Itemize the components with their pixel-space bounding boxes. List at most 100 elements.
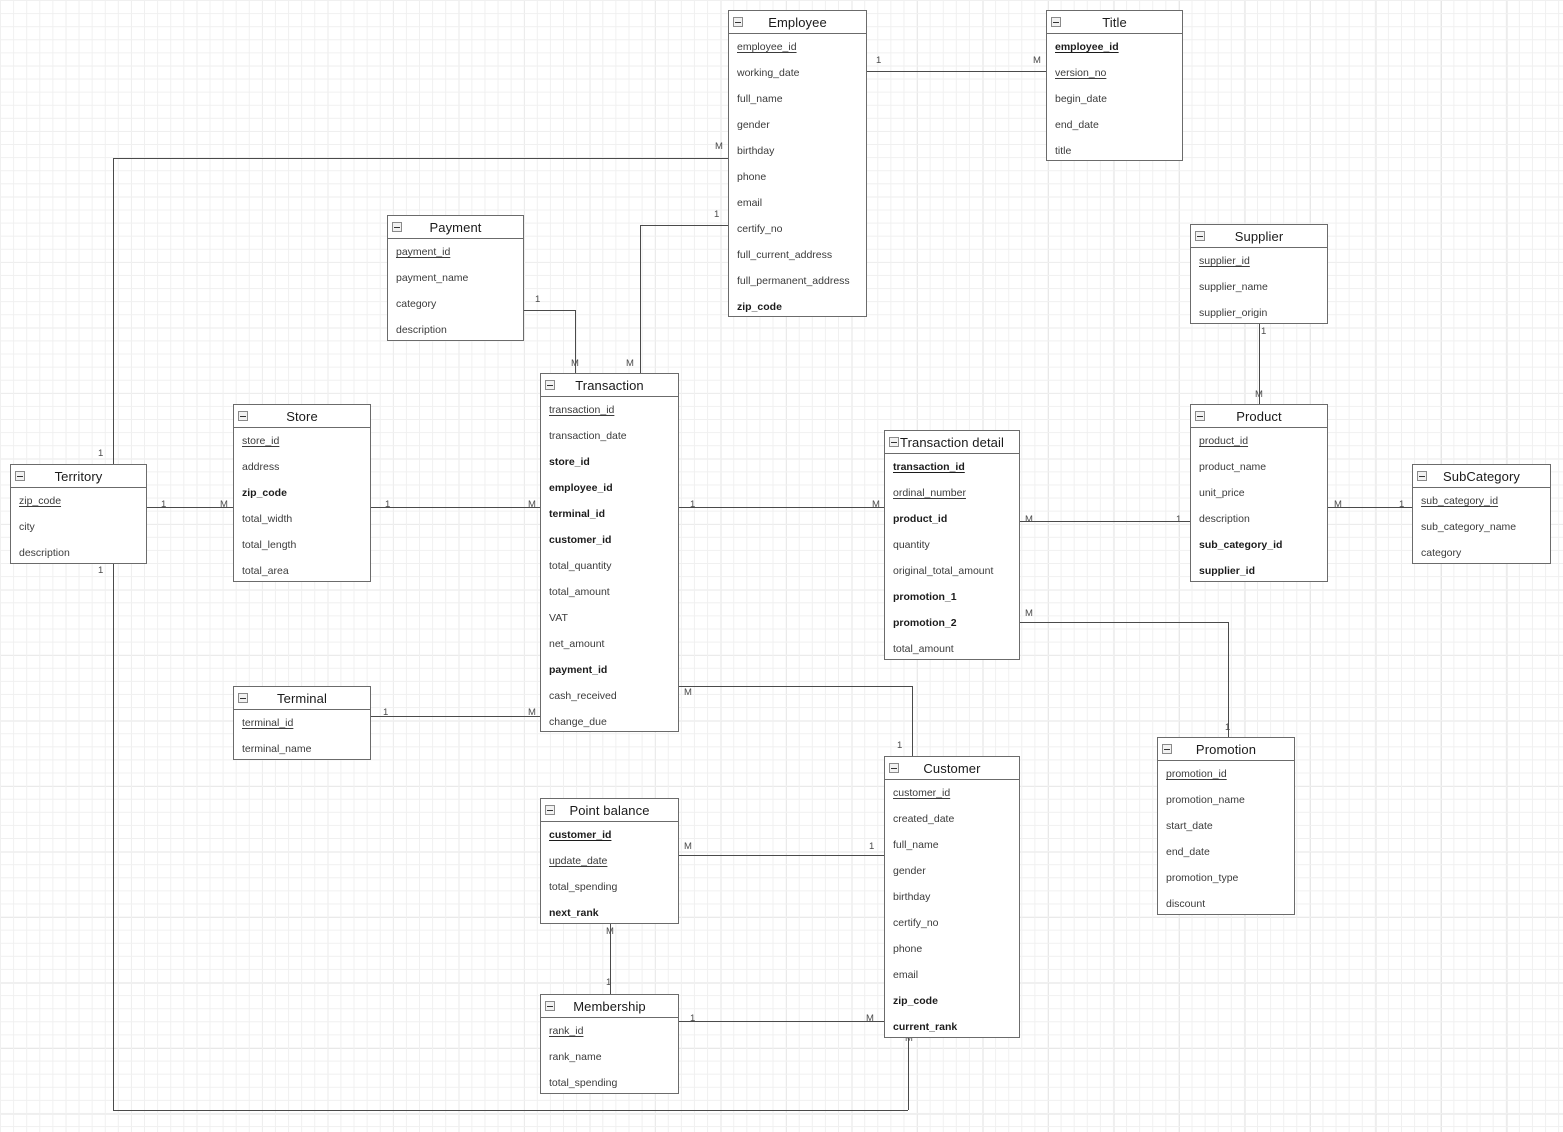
attribute-label: start_date	[1166, 820, 1213, 832]
attribute-label: category	[396, 298, 437, 310]
entity-supplier[interactable]: Supplier supplier_id supplier_name supplier…	[1190, 224, 1328, 324]
entity-header-terminal: Terminal	[234, 687, 370, 710]
attribute-label: zip_code	[893, 995, 938, 1007]
entity-promotion[interactable]: Promotion promotion_id promotion_namestart…	[1157, 737, 1295, 915]
attribute-row: total_amount	[541, 579, 678, 605]
entity-membership[interactable]: Membership rank_id rank_name total_spending	[540, 994, 679, 1094]
attribute-row: transaction_date	[541, 423, 678, 449]
attribute-row: end_date	[1047, 112, 1182, 138]
attribute-row: description	[1191, 506, 1327, 532]
attribute-label: supplier_id	[1199, 565, 1256, 577]
attribute-row: store_id	[234, 428, 370, 454]
attribute-row: created_date	[885, 806, 1019, 832]
connector-employee-to-transaction	[640, 225, 641, 373]
attribute-label: birthday	[737, 145, 775, 157]
entity-title: Promotion	[1195, 741, 1257, 757]
attribute-row: zip_code	[234, 480, 370, 506]
entity-header-store: Store	[234, 405, 370, 428]
attribute-label: address	[242, 461, 280, 473]
attribute-row: certify_no	[729, 216, 866, 242]
collapse-minus-icon[interactable]	[545, 805, 555, 815]
collapse-minus-icon[interactable]	[238, 693, 248, 703]
entity-store[interactable]: Store store_id address zip_code total_width t…	[233, 404, 371, 582]
attribute-label: category	[1421, 547, 1462, 559]
entity-transaction[interactable]: Transaction transaction_id transaction_dat…	[540, 373, 679, 732]
entity-product[interactable]: Product product_id product_name unit_price d…	[1190, 404, 1328, 582]
attribute-row: terminal_id	[234, 710, 370, 736]
attribute-label: customer_id	[893, 787, 951, 799]
attribute-row: cash_received	[541, 683, 678, 709]
entity-title: Payment	[429, 219, 482, 235]
attribute-label: store_id	[549, 456, 590, 468]
collapse-minus-icon[interactable]	[15, 471, 25, 481]
attribute-row: end_date	[1158, 839, 1294, 865]
collapse-minus-icon[interactable]	[1195, 411, 1205, 421]
attribute-label: transaction_id	[893, 461, 965, 473]
attribute-row: version_no	[1047, 60, 1182, 86]
entity-terminal[interactable]: Terminal terminal_id terminal_name	[233, 686, 371, 760]
entity-title: Territory	[54, 468, 103, 484]
attribute-row: update_date	[541, 848, 678, 874]
collapse-minus-icon[interactable]	[1051, 17, 1061, 27]
attribute-label: promotion_1	[893, 591, 957, 603]
attribute-label: original_total_amount	[893, 565, 994, 577]
connector-customer-to-territory	[113, 1110, 908, 1111]
attribute-label: total_amount	[893, 643, 954, 655]
entity-header-product: Product	[1191, 405, 1327, 428]
entity-header-point-balance: Point balance	[541, 799, 678, 822]
attribute-label: gender	[737, 119, 770, 131]
entity-employee[interactable]: Employee employee_id working_date full_name…	[728, 10, 867, 317]
attribute-row: transaction_id	[885, 454, 1019, 480]
attribute-row: product_id	[885, 506, 1019, 532]
attribute-label: payment_id	[549, 664, 608, 676]
attribute-label: full_current_address	[737, 249, 833, 261]
collapse-minus-icon[interactable]	[1417, 471, 1427, 481]
collapse-minus-icon[interactable]	[545, 380, 555, 390]
entity-payment[interactable]: Payment payment_id payment_name category des…	[387, 215, 524, 341]
attribute-row: product_name	[1191, 454, 1327, 480]
entity-title: Supplier	[1234, 228, 1284, 244]
entity-territory[interactable]: Territory zip_code city description	[10, 464, 147, 564]
collapse-minus-icon[interactable]	[392, 222, 402, 232]
cardinality-label: 1	[98, 565, 104, 576]
attribute-row: full_name	[729, 86, 866, 112]
attribute-row: payment_id	[541, 657, 678, 683]
entity-header-payment: Payment	[388, 216, 523, 239]
attribute-row: promotion_name	[1158, 787, 1294, 813]
collapse-minus-icon[interactable]	[889, 763, 899, 773]
attribute-label: email	[893, 969, 919, 981]
attribute-label: working_date	[737, 67, 800, 79]
attribute-label: created_date	[893, 813, 955, 825]
attribute-row: original_total_amount	[885, 558, 1019, 584]
collapse-minus-icon[interactable]	[1162, 744, 1172, 754]
collapse-minus-icon[interactable]	[545, 1001, 555, 1011]
connector-transaction-detail-to-product	[1020, 521, 1190, 522]
collapse-minus-icon[interactable]	[238, 411, 248, 421]
cardinality-label: 1	[383, 707, 389, 718]
entity-point-balance[interactable]: Point balance customer_id update_date total…	[540, 798, 679, 924]
entity-subcategory[interactable]: SubCategory sub_category_id sub_category_n…	[1412, 464, 1551, 564]
attribute-row: begin_date	[1047, 86, 1182, 112]
entity-customer[interactable]: Customer customer_id created_date full_name…	[884, 756, 1020, 1038]
attribute-label: promotion_id	[1166, 768, 1227, 780]
attribute-row: discount	[1158, 891, 1294, 917]
connector-territory-to-employee	[113, 158, 114, 464]
attribute-list: product_id product_name unit_price descript…	[1191, 428, 1327, 584]
entity-title[interactable]: Title employee_id version_no begin_date end_…	[1046, 10, 1183, 161]
collapse-minus-icon[interactable]	[1195, 231, 1205, 241]
collapse-minus-icon[interactable]	[889, 437, 899, 447]
entity-title: Membership	[573, 998, 646, 1014]
attribute-label: payment_id	[396, 246, 451, 258]
cardinality-label: M	[1255, 389, 1263, 400]
attribute-label: email	[737, 197, 763, 209]
attribute-label: full_permanent_address	[737, 275, 850, 287]
er-diagram-canvas: 1MM11M1M1M1M1M1MM1M1M11MM1M1M11MM1 Emplo…	[0, 0, 1563, 1132]
attribute-label: change_due	[549, 716, 607, 728]
connector-customer-to-territory	[113, 564, 114, 1110]
entity-transaction-detail[interactable]: Transaction detail transaction_id ordinal_…	[884, 430, 1020, 660]
attribute-label: zip_code	[737, 301, 782, 313]
attribute-row: rank_id	[541, 1018, 678, 1044]
attribute-label: end_date	[1055, 119, 1099, 131]
collapse-minus-icon[interactable]	[733, 17, 743, 27]
connector-territory-to-employee	[113, 158, 728, 159]
